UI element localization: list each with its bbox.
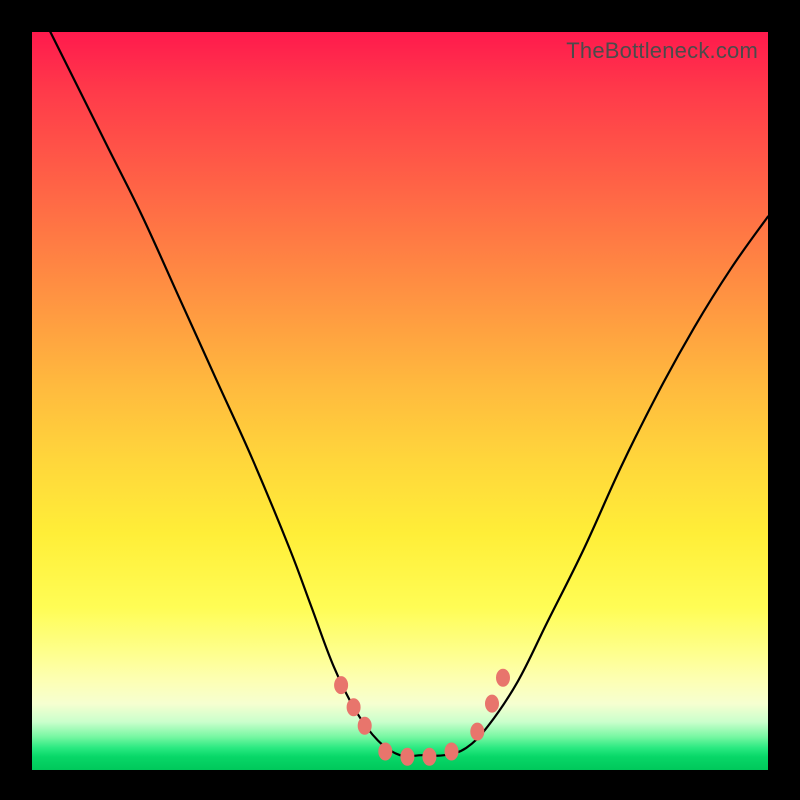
valley-marker [400,748,414,766]
valley-marker [496,669,510,687]
valley-marker [485,695,499,713]
curve-svg [32,32,768,770]
valley-marker [422,748,436,766]
plot-area: TheBottleneck.com [32,32,768,770]
bottleneck-curve [47,25,768,757]
chart-frame: TheBottleneck.com [0,0,800,800]
valley-marker [347,698,361,716]
valley-marker [378,743,392,761]
valley-marker [470,723,484,741]
valley-marker [358,717,372,735]
valley-marker [445,743,459,761]
valley-marker [334,676,348,694]
